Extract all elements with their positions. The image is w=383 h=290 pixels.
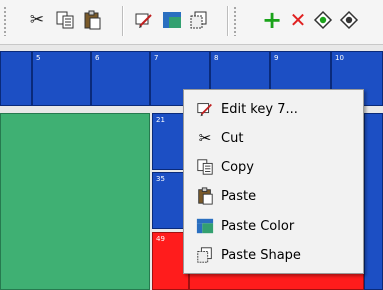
menu-item-paste-color[interactable]: Paste Color <box>186 212 361 240</box>
copy-button[interactable] <box>53 8 77 32</box>
toolbar-grip[interactable] <box>3 6 7 36</box>
key-number: 5 <box>36 54 41 62</box>
menu-item-label: Paste Shape <box>221 247 301 263</box>
clipboard-icon <box>84 10 101 30</box>
shape-icon <box>197 247 212 263</box>
edit-key-icon <box>197 103 212 117</box>
diamond-button[interactable] <box>311 8 335 32</box>
x-icon: ✕ <box>289 8 307 32</box>
menu-item-paste[interactable]: Paste <box>186 182 361 210</box>
paste-button[interactable] <box>80 8 104 32</box>
add-button[interactable]: + <box>260 8 284 32</box>
diamond-icon <box>313 10 333 30</box>
edit-key-button[interactable] <box>132 8 156 32</box>
menu-item-label: Paste <box>221 188 257 204</box>
menu-item-copy[interactable]: Copy <box>186 153 361 181</box>
toolbar: ✂ + ✕ <box>0 0 383 45</box>
paste-shape-button[interactable] <box>187 8 211 32</box>
shape-icon <box>190 11 207 29</box>
toolbar-grip-2[interactable] <box>233 6 237 36</box>
diamond-icon <box>339 10 359 30</box>
menu-item-paste-shape[interactable]: Paste Shape <box>186 241 361 269</box>
scissors-icon: ✂ <box>198 129 212 147</box>
key[interactable] <box>0 51 32 106</box>
key-5[interactable]: 5 <box>32 51 91 106</box>
key-number: 9 <box>274 54 279 62</box>
key-number: 49 <box>156 235 165 243</box>
key-number: 35 <box>156 175 165 183</box>
delete-button[interactable]: ✕ <box>286 8 310 32</box>
key-number: 7 <box>154 54 159 62</box>
key-6[interactable]: 6 <box>91 51 150 106</box>
context-menu: Edit key 7... ✂ Cut Copy Paste Paste Col… <box>183 89 364 274</box>
color-swatch-icon <box>163 12 181 28</box>
key-number: 21 <box>156 116 165 124</box>
menu-item-label: Edit key 7... <box>221 101 298 117</box>
key-number: 10 <box>335 54 344 62</box>
diamond-button-2[interactable] <box>337 8 361 32</box>
menu-item-edit-key[interactable]: Edit key 7... <box>186 95 361 123</box>
menu-item-label: Copy <box>221 159 254 175</box>
color-swatch-icon <box>196 218 214 234</box>
plus-icon: + <box>261 6 283 34</box>
key-right-column[interactable] <box>364 113 383 290</box>
paste-color-button[interactable] <box>160 8 184 32</box>
copy-icon <box>197 159 213 175</box>
copy-icon <box>56 11 74 29</box>
clipboard-icon <box>198 187 213 205</box>
cut-button[interactable]: ✂ <box>25 8 49 32</box>
menu-item-cut[interactable]: ✂ Cut <box>186 124 361 152</box>
edit-key-icon <box>135 13 152 28</box>
key-number: 8 <box>214 54 219 62</box>
menu-item-label: Cut <box>221 130 244 146</box>
key-number: 6 <box>95 54 100 62</box>
menu-item-label: Paste Color <box>221 218 295 234</box>
key-green[interactable] <box>0 113 150 290</box>
scissors-icon: ✂ <box>29 9 45 30</box>
